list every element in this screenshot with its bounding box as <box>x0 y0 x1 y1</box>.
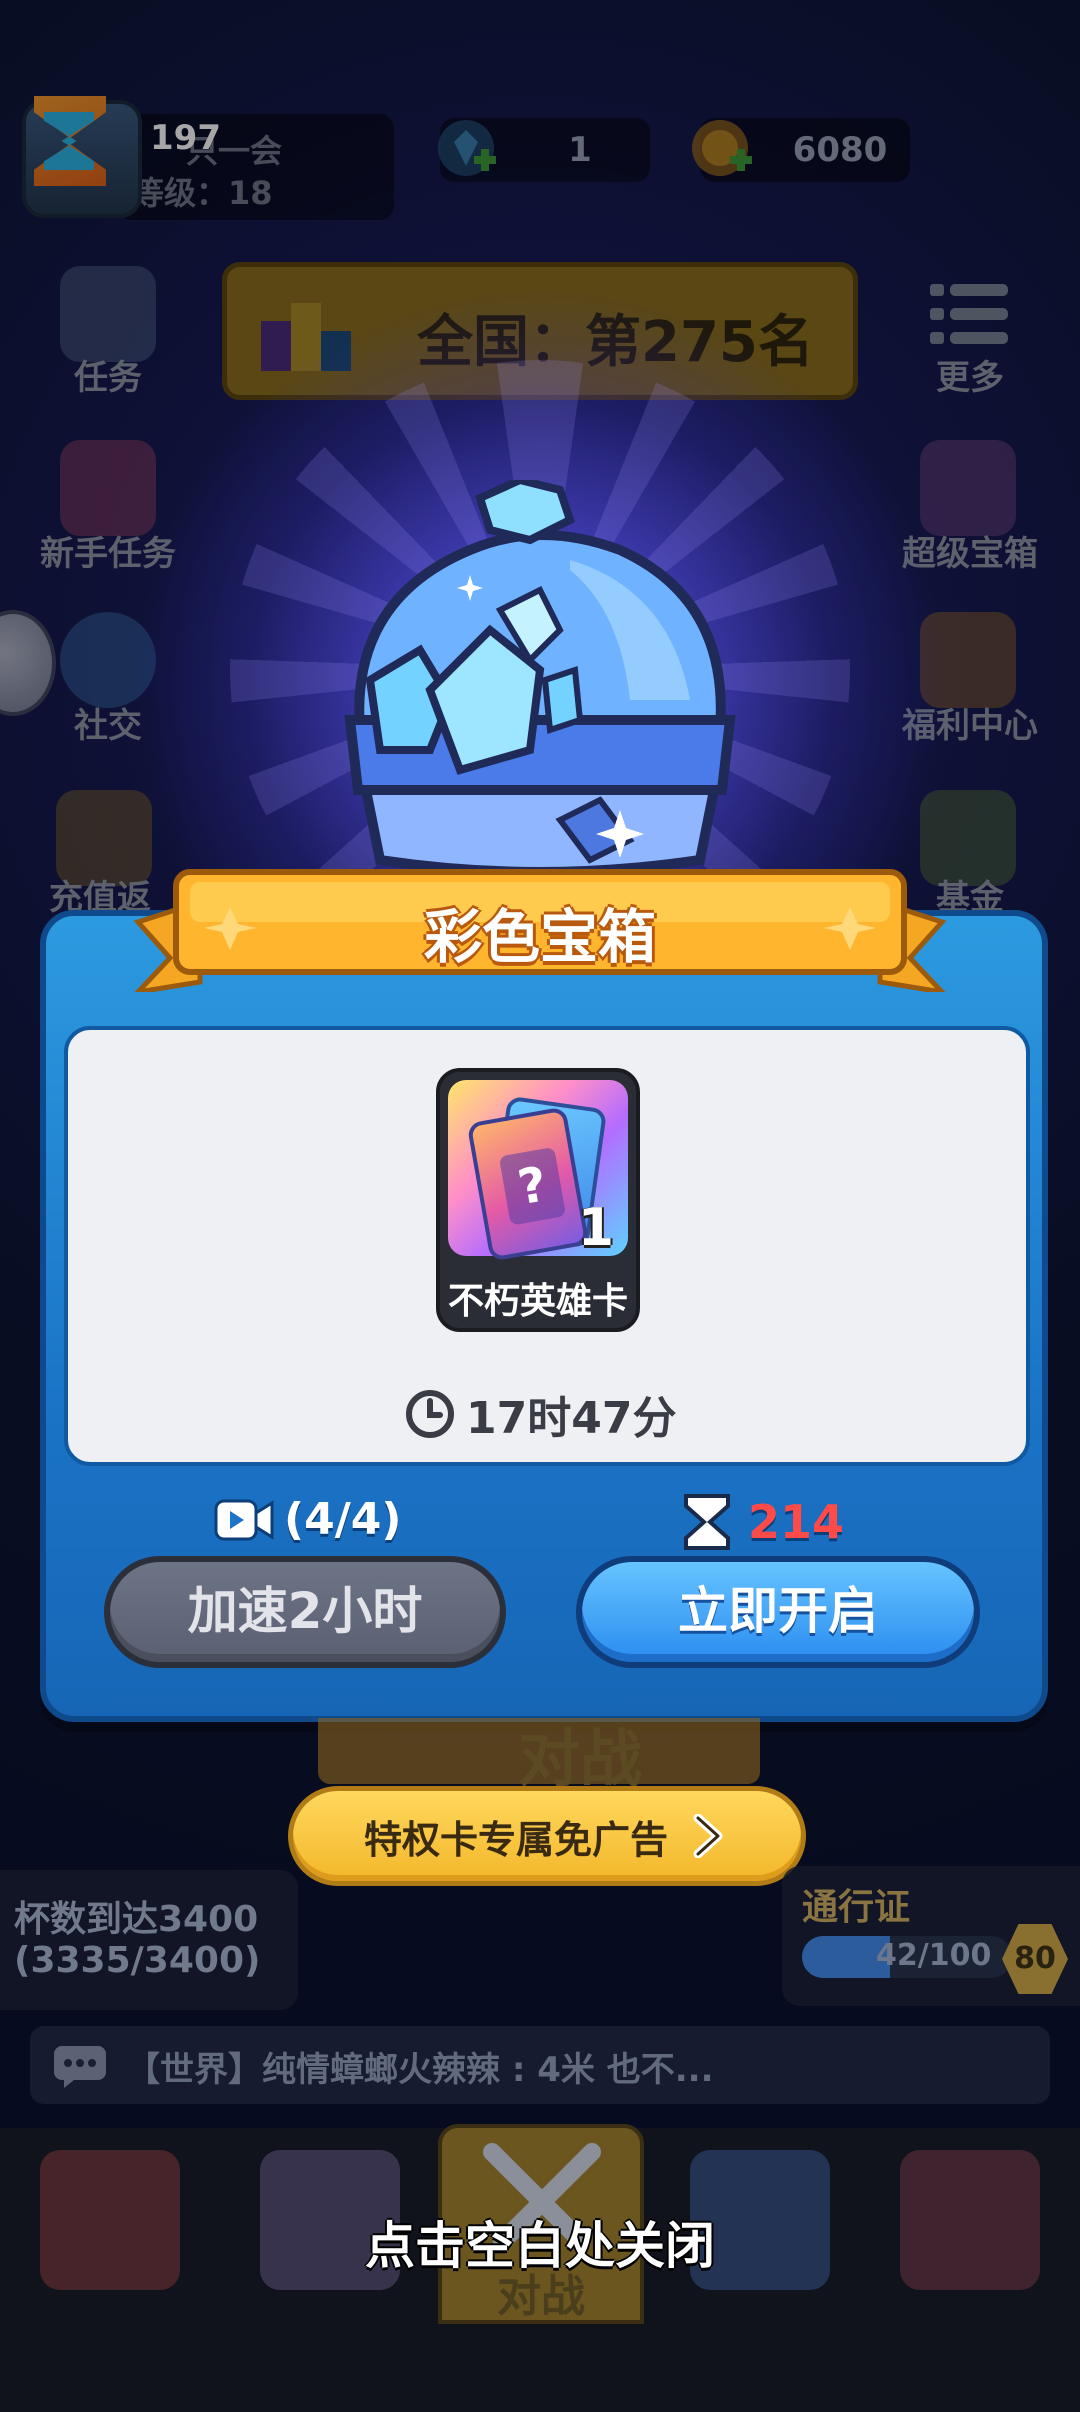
modal-title: 彩色宝箱 <box>423 903 656 971</box>
battle-banner-behind: 对战 <box>318 1718 760 1795</box>
clock-icon <box>406 1390 454 1438</box>
cost-value: 214 <box>748 1495 845 1549</box>
hourglass-icon <box>684 1494 730 1550</box>
ad-count-text: (4/4) <box>284 1494 402 1545</box>
chat-bubble-icon <box>54 2046 106 2088</box>
ribbon-title-wrap: 彩色宝箱 <box>130 862 950 992</box>
cup-goal-panel[interactable]: 杯数到达3400 (3335/3400) <box>0 1870 298 2010</box>
video-camera-icon <box>214 1499 274 1540</box>
hero-card-art: ? 1 <box>448 1080 628 1262</box>
world-chat-bar[interactable]: 【世界】纯情蟑螂火辣辣 : 4米 也不... <box>30 2026 1050 2104</box>
reward-count: 1 <box>577 1198 614 1258</box>
ad-counter: (4/4) <box>214 1494 402 1545</box>
speedup-button[interactable]: 加速2小时 <box>104 1556 506 1668</box>
close-hint: 点击空白处关闭 <box>365 2217 715 2275</box>
privilege-ad-free-button[interactable]: 特权卡专属免广告 <box>288 1786 806 1886</box>
battle-pass-panel[interactable]: 通行证 42/100 80 <box>782 1866 1080 2006</box>
timer-text: 17时47分 <box>466 1393 677 1444</box>
chevron-right-icon <box>693 1814 723 1858</box>
cup-goal-line2: (3335/3400) <box>14 1940 261 1981</box>
chat-message: 【世界】纯情蟑螂火辣辣 : 4米 也不... <box>126 2050 714 2090</box>
reward-name: 不朽英雄卡 <box>447 1281 628 1322</box>
reward-card-tile[interactable]: ? 1 不朽英雄卡 <box>436 1068 640 1332</box>
question-mark: ? <box>498 1146 567 1226</box>
open-cost: 214 <box>680 1492 844 1552</box>
pass-progress-text: 42/100 <box>876 1938 992 1973</box>
rainbow-chest-icon <box>344 480 736 877</box>
privilege-label: 特权卡专属免广告 <box>363 1817 668 1862</box>
open-now-button[interactable]: 立即开启 <box>576 1556 980 1668</box>
open-timer: 17时47分 <box>404 1384 676 1444</box>
pass-level-badge: 80 <box>1002 1924 1068 1994</box>
pass-title: 通行证 <box>802 1887 911 1928</box>
cup-goal-line1: 杯数到达3400 <box>14 1899 259 1940</box>
battle-banner-text: 对战 <box>518 1722 643 1795</box>
